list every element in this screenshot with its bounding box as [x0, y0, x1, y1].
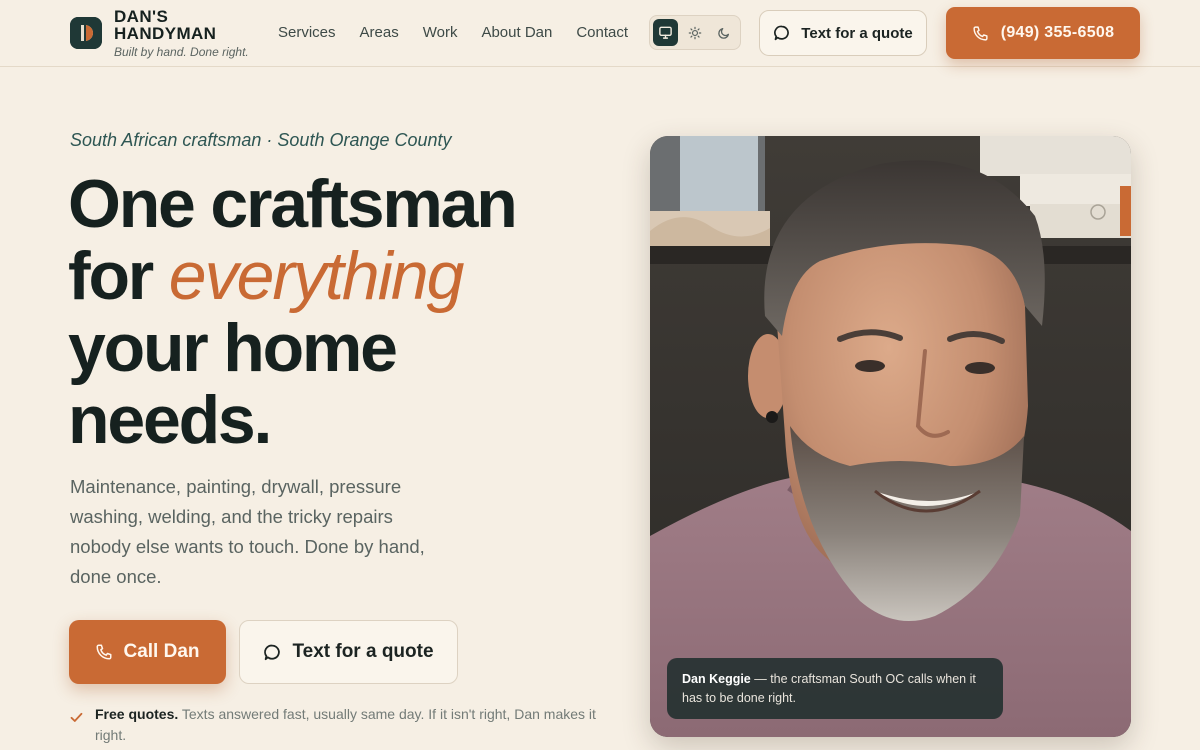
nav-work[interactable]: Work	[423, 24, 458, 42]
moon-icon	[718, 27, 730, 39]
brand-link[interactable]: DAN'S HANDYMAN Built by hand. Done right…	[70, 8, 249, 59]
headline-line-1: One craftsman	[68, 166, 518, 242]
nav-areas[interactable]: Areas	[360, 24, 399, 42]
text-quote-button[interactable]: Text for a quote	[239, 620, 458, 684]
hero-eyebrow: South African craftsman · South Orange C…	[70, 130, 452, 150]
brand-tagline: Built by hand. Done right.	[114, 45, 249, 59]
call-dan-label: Call Dan	[123, 641, 200, 662]
theme-dark-button[interactable]	[712, 19, 737, 46]
theme-system-button[interactable]	[653, 19, 679, 46]
note-text: Free quotes. Texts answered fast, usuall…	[95, 704, 600, 746]
call-dan-button[interactable]: Call Dan	[69, 620, 226, 684]
monitor-icon	[659, 26, 672, 39]
header-phone-label: (949) 355-6508	[1000, 24, 1115, 41]
photo-caption: Dan Keggie — the craftsman South OC call…	[667, 658, 1003, 719]
phone-icon	[973, 25, 988, 41]
text-quote-label: Text for a quote	[292, 641, 434, 662]
brand-name: DAN'S HANDYMAN	[114, 7, 217, 43]
free-quotes-note: Free quotes. Texts answered fast, usuall…	[70, 704, 600, 746]
header-text-quote-label: Text for a quote	[801, 24, 913, 42]
nav-contact[interactable]: Contact	[576, 24, 628, 42]
header-phone-button[interactable]: (949) 355-6508	[946, 7, 1140, 59]
theme-toggle	[649, 15, 741, 50]
theme-light-button[interactable]	[682, 19, 707, 46]
chat-bubble-icon	[264, 644, 281, 660]
hero-lead: Maintenance, painting, drywall, pressure…	[70, 476, 425, 587]
headline-accent: everything	[168, 238, 465, 314]
headline-line-3: your home	[68, 310, 398, 386]
hero-headline: One craftsman for everything your home n…	[68, 168, 628, 456]
header-text-quote-button[interactable]: Text for a quote	[759, 10, 927, 56]
chat-bubble-icon	[774, 25, 790, 41]
headline-line-2: for	[68, 238, 169, 314]
caption-name: Dan Keggie	[682, 672, 751, 686]
site-header: DAN'S HANDYMAN Built by hand. Done right…	[0, 0, 1200, 67]
check-icon	[70, 712, 83, 722]
phone-icon	[96, 644, 112, 660]
headline-line-4: needs.	[68, 382, 272, 458]
nav-about-dan[interactable]: About Dan	[481, 24, 552, 42]
sun-icon	[688, 26, 702, 39]
main-nav: Services Areas Work About Dan Contact	[278, 24, 628, 42]
nav-services[interactable]: Services	[278, 24, 336, 42]
hero-portrait-photo	[650, 136, 1131, 737]
brand-logo-icon	[70, 17, 102, 49]
note-strong: Free quotes.	[95, 706, 179, 722]
